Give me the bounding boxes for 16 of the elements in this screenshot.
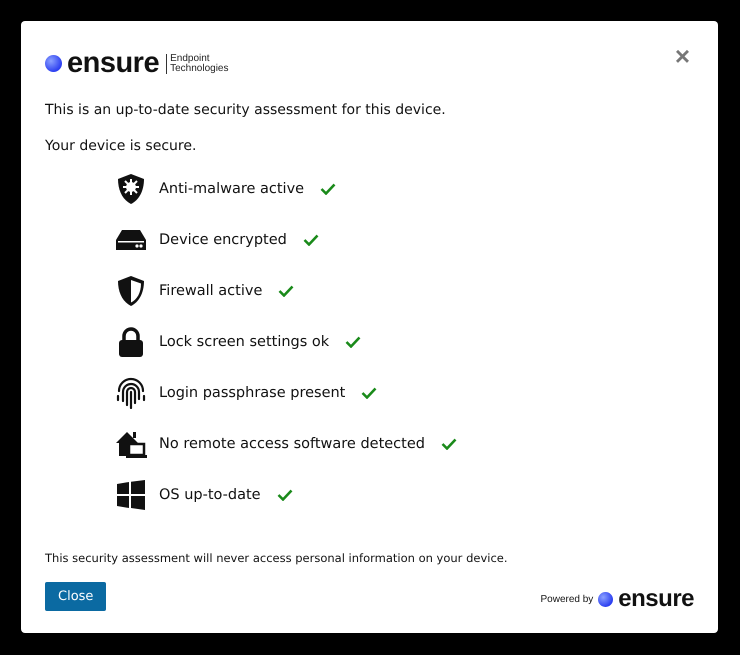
check-label: Anti-malware active	[159, 180, 304, 196]
intro-text: This is an up-to-date security assessment for this device.	[45, 102, 447, 118]
check-label: Login passphrase present	[159, 384, 346, 400]
close-icon[interactable]: ×	[674, 43, 690, 69]
check-label: Lock screen settings ok	[159, 334, 330, 350]
check-label: OS up-to-date	[159, 486, 261, 502]
privacy-note: This security assessment will never access personal information on your device.	[45, 551, 508, 565]
powered-by-text: Powered by	[540, 594, 594, 604]
logo-wordmark: ensure	[618, 587, 694, 611]
check-label: No remote access software detected	[159, 436, 425, 452]
status-text: Your device is secure.	[45, 138, 198, 154]
check-label: Firewall active	[159, 282, 262, 298]
logo-tagline: Endpoint Technologies	[166, 54, 228, 74]
logo-wordmark: ensure	[67, 49, 160, 78]
check-label: Device encrypted	[159, 232, 287, 248]
close-button[interactable]: Close	[45, 582, 106, 611]
